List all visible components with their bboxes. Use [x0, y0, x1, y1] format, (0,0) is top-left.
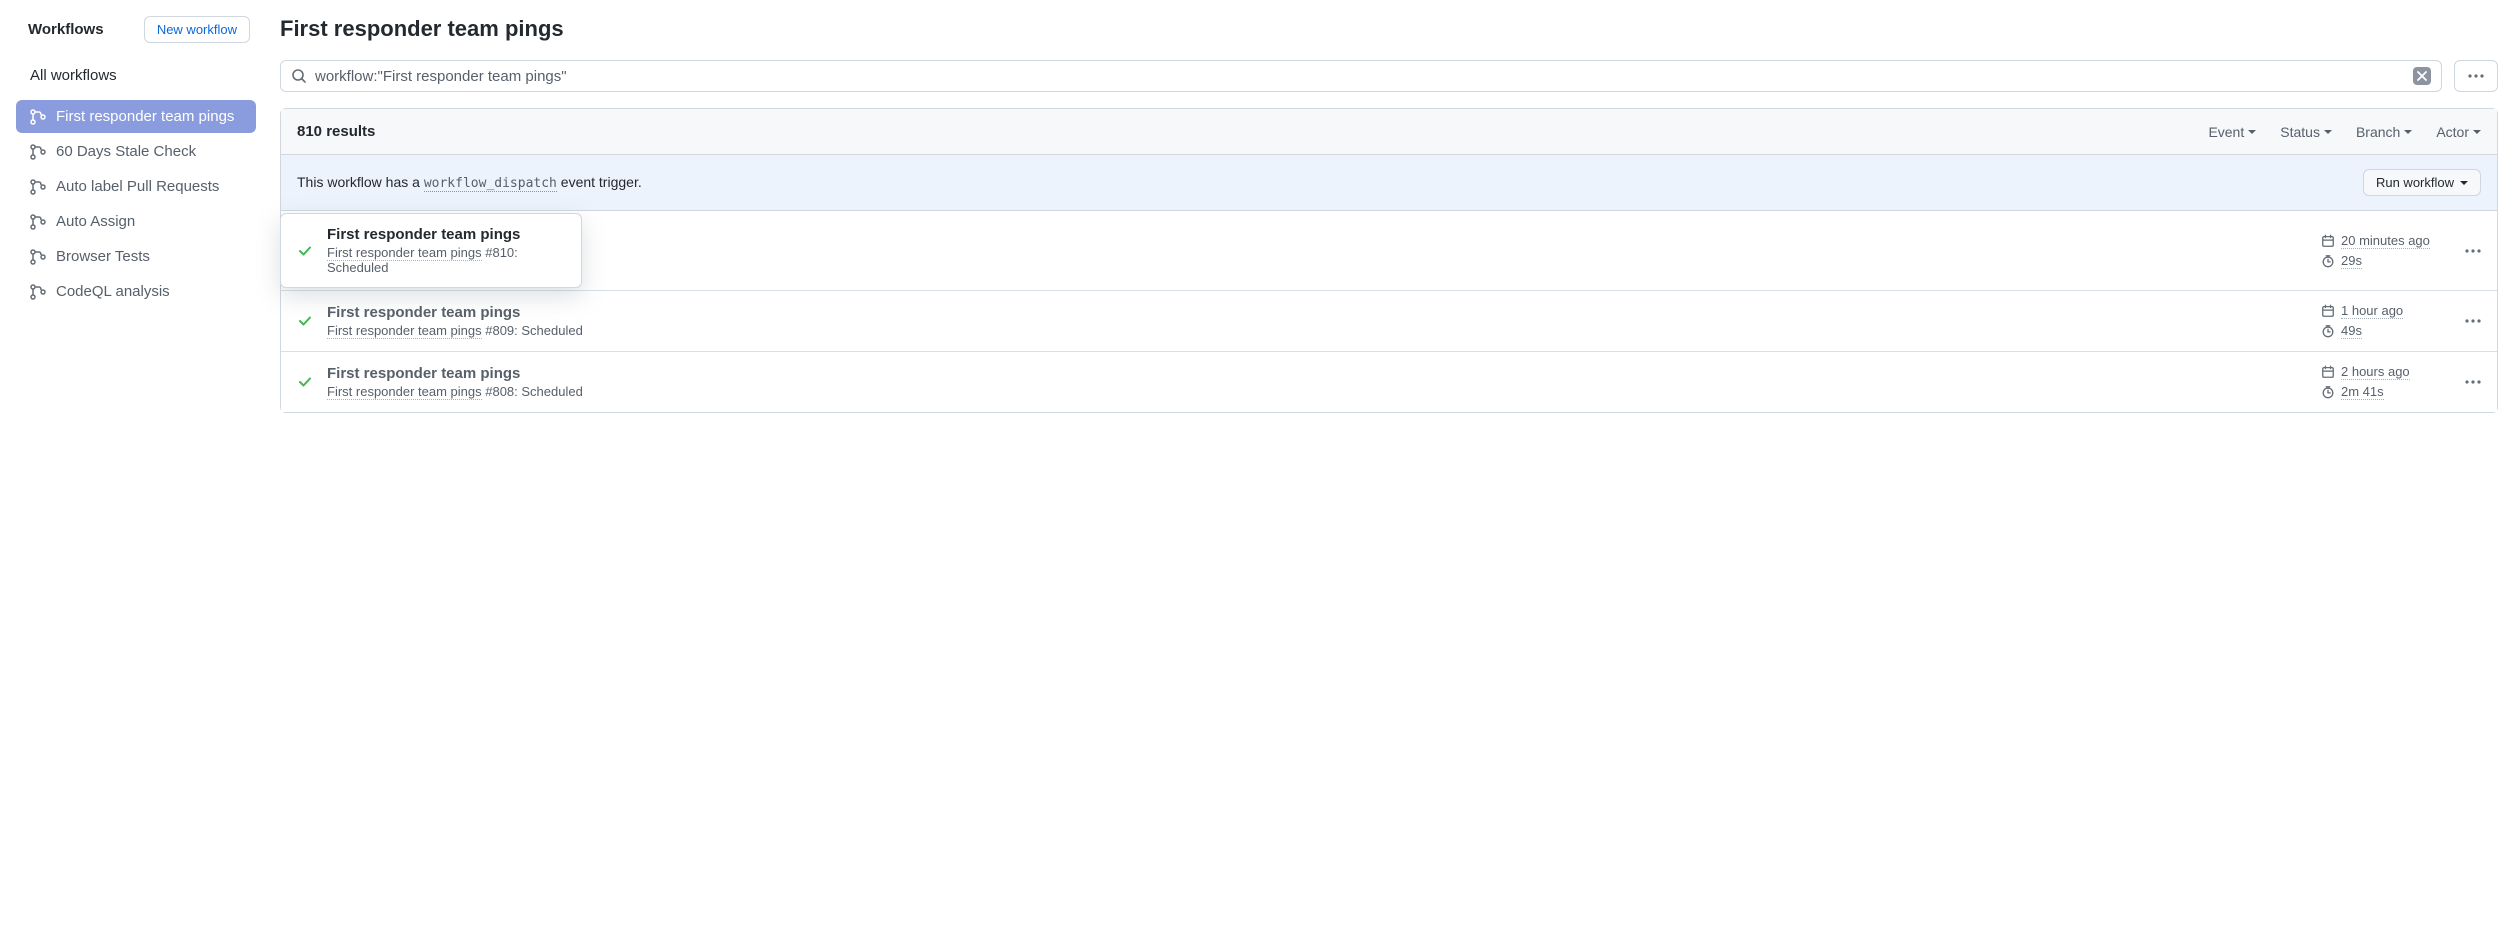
- filter-branch[interactable]: Branch: [2356, 124, 2412, 140]
- sidebar-item[interactable]: 60 Days Stale Check: [16, 135, 256, 168]
- stopwatch-icon: [2321, 385, 2335, 399]
- sidebar-item-label: Browser Tests: [56, 248, 150, 265]
- sidebar-title: Workflows: [28, 21, 104, 38]
- workflow-icon: [30, 249, 46, 265]
- search-box[interactable]: [280, 60, 2442, 92]
- caret-down-icon: [2404, 130, 2412, 134]
- run-duration: 2m 41s: [2341, 384, 2384, 400]
- check-icon: [297, 243, 313, 259]
- filter-actor[interactable]: Actor: [2436, 124, 2481, 140]
- check-icon: [297, 313, 313, 329]
- clear-search-button[interactable]: [2413, 67, 2431, 85]
- sidebar-item-label: CodeQL analysis: [56, 283, 170, 300]
- filter-event[interactable]: Event: [2208, 124, 2256, 140]
- new-workflow-button[interactable]: New workflow: [144, 16, 250, 43]
- sidebar-item-label: Auto Assign: [56, 213, 135, 230]
- search-input[interactable]: [315, 68, 2405, 85]
- sidebar-item-label: 60 Days Stale Check: [56, 143, 196, 160]
- dispatch-banner: This workflow has a workflow_dispatch ev…: [281, 155, 2497, 211]
- run-time: 1 hour ago: [2341, 303, 2403, 319]
- run-meta: 1 hour ago 49s: [2321, 303, 2451, 339]
- workflow-icon: [30, 179, 46, 195]
- run-title[interactable]: First responder team pings: [327, 226, 561, 243]
- sidebar-item[interactable]: CodeQL analysis: [16, 275, 256, 308]
- calendar-icon: [2321, 365, 2335, 379]
- search-icon: [291, 68, 307, 84]
- run-workflow-button[interactable]: Run workflow: [2363, 169, 2481, 196]
- row-menu-button[interactable]: [2465, 380, 2481, 384]
- run-duration: 29s: [2341, 253, 2362, 269]
- table-row[interactable]: First responder team pings First responde…: [280, 213, 582, 288]
- row-menu-button[interactable]: [2465, 319, 2481, 323]
- sidebar-item[interactable]: Browser Tests: [16, 240, 256, 273]
- row-menu-button[interactable]: [2465, 249, 2481, 253]
- sidebar: Workflows New workflow All workflows Fir…: [16, 16, 256, 413]
- table-row[interactable]: First responder team pings First responde…: [281, 291, 2497, 352]
- calendar-icon: [2321, 304, 2335, 318]
- caret-down-icon: [2460, 181, 2468, 185]
- sidebar-all-workflows[interactable]: All workflows: [16, 59, 256, 92]
- sidebar-item-label: First responder team pings: [56, 108, 234, 125]
- run-meta: 2 hours ago 2m 41s: [2321, 364, 2451, 400]
- run-title[interactable]: First responder team pings: [327, 304, 2307, 321]
- run-time: 20 minutes ago: [2341, 233, 2430, 249]
- run-subtitle: First responder team pings #809: Schedul…: [327, 323, 2307, 338]
- sidebar-item[interactable]: Auto Assign: [16, 205, 256, 238]
- workflow-icon: [30, 109, 46, 125]
- sidebar-item[interactable]: Auto label Pull Requests: [16, 170, 256, 203]
- stopwatch-icon: [2321, 254, 2335, 268]
- x-icon: [2417, 71, 2427, 81]
- run-subtitle: First responder team pings #810: Schedul…: [327, 245, 561, 275]
- run-title[interactable]: First responder team pings: [327, 365, 2307, 382]
- dispatch-text-suffix: event trigger.: [557, 174, 642, 190]
- caret-down-icon: [2473, 130, 2481, 134]
- caret-down-icon: [2248, 130, 2256, 134]
- workflow-icon: [30, 284, 46, 300]
- dispatch-code: workflow_dispatch: [424, 176, 557, 192]
- run-subtitle: First responder team pings #808: Schedul…: [327, 384, 2307, 399]
- run-duration: 49s: [2341, 323, 2362, 339]
- page-title: First responder team pings: [280, 16, 2498, 42]
- run-meta: 20 minutes ago 29s: [2321, 233, 2451, 269]
- results-count: 810 results: [297, 123, 375, 140]
- workflow-icon: [30, 144, 46, 160]
- run-time: 2 hours ago: [2341, 364, 2410, 380]
- kebab-icon: [2468, 74, 2484, 78]
- workflow-icon: [30, 214, 46, 230]
- caret-down-icon: [2324, 130, 2332, 134]
- check-icon: [297, 374, 313, 390]
- main-content: First responder team pings: [280, 16, 2498, 413]
- sidebar-item-label: Auto label Pull Requests: [56, 178, 219, 195]
- filter-status[interactable]: Status: [2280, 124, 2332, 140]
- sidebar-item[interactable]: First responder team pings: [16, 100, 256, 133]
- calendar-icon: [2321, 234, 2335, 248]
- table-row[interactable]: First responder team pings First responde…: [281, 352, 2497, 412]
- dispatch-text-prefix: This workflow has a: [297, 174, 424, 190]
- more-options-button[interactable]: [2454, 60, 2498, 92]
- stopwatch-icon: [2321, 324, 2335, 338]
